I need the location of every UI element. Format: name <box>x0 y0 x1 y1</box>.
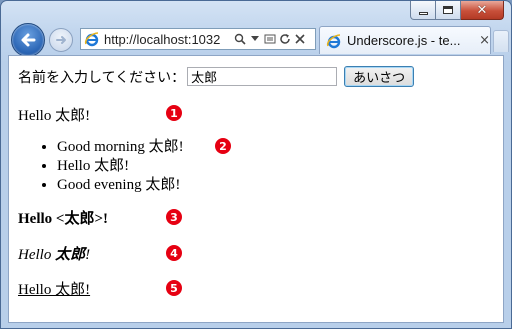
marker-5: 5 <box>166 280 182 296</box>
address-bar-controls <box>234 32 306 46</box>
minimize-icon <box>418 11 428 15</box>
refresh-icon[interactable] <box>279 32 291 46</box>
name-input[interactable] <box>187 67 338 86</box>
greeting-list: Good morning 太郎! Hello 太郎! Good evening … <box>39 138 184 195</box>
ie-icon <box>84 32 99 47</box>
url-text[interactable]: http://localhost:1032 <box>104 32 232 47</box>
browser-window: ✕ http://localhost:1032 Underscore.js - … <box>0 0 512 329</box>
output-plain: Hello 太郎! <box>18 108 91 124</box>
name-label: 名前を入力してください： <box>18 69 186 86</box>
dropdown-arrow-icon[interactable] <box>249 32 261 46</box>
back-button[interactable] <box>11 23 45 57</box>
marker-3: 3 <box>166 209 182 225</box>
output-underlined: Hello 太郎! <box>18 282 91 298</box>
back-arrow-icon <box>21 33 36 47</box>
marker-4: 4 <box>166 245 182 261</box>
tab-title: Underscore.js - te... <box>347 33 461 48</box>
line3-prefix: Hello < <box>18 211 65 227</box>
output-escaped-bold: Hello <太郎>! <box>18 207 108 228</box>
forward-arrow-icon <box>56 36 66 44</box>
output-italic: Hello 太郎! <box>18 243 90 264</box>
greet-button[interactable]: あいさつ <box>344 66 415 87</box>
line4-suffix: ! <box>85 247 91 263</box>
compatibility-view-icon[interactable] <box>264 32 276 46</box>
stop-icon[interactable] <box>294 32 306 46</box>
minimize-button[interactable] <box>410 1 436 20</box>
line3-suffix: >! <box>94 211 109 227</box>
address-bar[interactable]: http://localhost:1032 <box>80 28 316 50</box>
line4-prefix: Hello <box>18 247 56 263</box>
list-item: Hello 太郎! <box>57 157 184 176</box>
line3-name: 太郎 <box>64 211 95 227</box>
maximize-button[interactable] <box>436 1 461 20</box>
window-caption-buttons: ✕ <box>410 1 504 21</box>
forward-button[interactable] <box>49 28 73 52</box>
search-icon[interactable] <box>234 32 246 46</box>
tab-underscore[interactable]: Underscore.js - te... × <box>319 26 491 54</box>
maximize-icon <box>443 6 453 14</box>
marker-2: 2 <box>215 138 231 154</box>
new-tab-button[interactable] <box>493 30 509 52</box>
close-tab-icon[interactable]: × <box>479 33 490 48</box>
list-item: Good morning 太郎! <box>57 138 184 157</box>
close-icon: ✕ <box>476 2 488 18</box>
page-content: 名前を入力してください： あいさつ Hello 太郎! 1 Good morni… <box>8 55 504 323</box>
line4-name: 太郎 <box>55 247 86 263</box>
marker-1: 1 <box>166 105 182 121</box>
name-form: 名前を入力してください： あいさつ <box>18 66 415 87</box>
list-item: Good evening 太郎! <box>57 176 184 195</box>
ie-icon <box>326 33 341 48</box>
close-window-button[interactable]: ✕ <box>461 1 504 20</box>
